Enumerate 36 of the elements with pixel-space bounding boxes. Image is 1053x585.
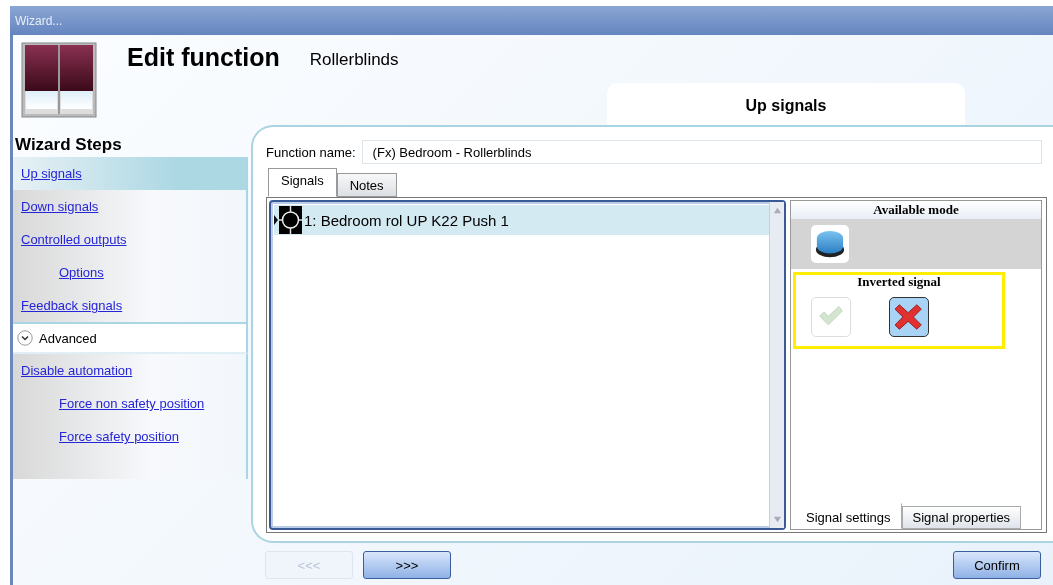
advanced-label: Advanced <box>39 330 97 346</box>
wizard-step-link[interactable]: Feedback signals <box>21 298 123 313</box>
inverted-signal-title: Inverted signal <box>856 275 942 291</box>
function-type-label: Rollerblinds <box>309 50 399 70</box>
cross-option-button[interactable] <box>889 297 929 337</box>
signal-row[interactable]: 1: Bedroom rol UP K22 Push 1 <box>274 205 769 235</box>
available-mode-title: Available mode <box>791 201 1041 219</box>
wizard-button[interactable]: >>> <box>363 551 451 579</box>
scroll-up-icon[interactable] <box>772 206 782 215</box>
push-button-signal-icon <box>274 206 302 234</box>
check-option-button[interactable] <box>811 297 851 337</box>
wizard-step-link[interactable]: Controlled outputs <box>21 232 127 247</box>
tab[interactable]: Signals <box>268 168 337 197</box>
push-button-icon[interactable] <box>814 229 846 259</box>
scrollbar[interactable] <box>769 202 784 528</box>
wizard-step-link[interactable]: Down signals <box>21 199 99 214</box>
wizard-step-link[interactable]: Force non safety position <box>59 396 205 411</box>
advanced-section-header[interactable]: Advanced <box>13 322 248 354</box>
cross-icon <box>895 303 923 331</box>
tab[interactable]: Notes <box>336 173 397 197</box>
roller-blind-icon <box>21 42 97 118</box>
function-name-label: Function name: <box>266 144 356 160</box>
window-title: Wizard... <box>10 6 1053 35</box>
step-header: Up signals <box>607 83 965 125</box>
function-name-field[interactable]: (Fx) Bedroom - Rollerblinds <box>361 140 1042 164</box>
wizard-step-link[interactable]: Up signals <box>21 166 82 181</box>
wizard-step-link[interactable]: Disable automation <box>21 363 133 378</box>
page-title: Edit function <box>127 43 280 72</box>
settings-tab[interactable]: Signal properties <box>901 506 1022 529</box>
wizard-step-link[interactable]: Force safety position <box>59 429 179 444</box>
sidebar-title: Wizard Steps <box>15 135 123 155</box>
signal-label: 1: Bedroom rol UP K22 Push 1 <box>304 211 509 229</box>
wizard-step-link[interactable]: Options <box>59 265 104 280</box>
chevron-down-icon[interactable] <box>17 330 33 346</box>
scroll-down-icon[interactable] <box>772 515 782 524</box>
wizard-button[interactable]: Confirm <box>953 551 1041 579</box>
